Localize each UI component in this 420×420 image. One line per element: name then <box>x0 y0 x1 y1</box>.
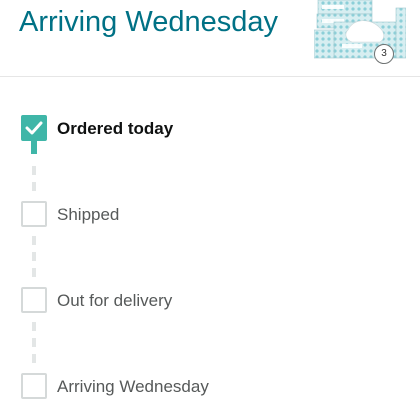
pending-connector-dash <box>32 182 36 191</box>
step-out-for-delivery-checkbox <box>21 287 47 313</box>
pending-connector-dash <box>32 252 36 261</box>
step-arriving-checkbox <box>21 373 47 399</box>
step-shipped-label: Shipped <box>57 205 120 224</box>
delivery-status-page: Arriving Wednesday 3 Ordered today Shipp… <box>0 0 420 420</box>
step-shipped-checkbox <box>21 201 47 227</box>
checkmark-icon <box>25 121 43 135</box>
pending-connector-dash <box>32 354 36 363</box>
pending-connector-dash <box>32 322 36 331</box>
step-out-for-delivery-label: Out for delivery <box>57 291 173 310</box>
pending-connector-dash <box>32 268 36 277</box>
pending-connector-dash <box>32 338 36 347</box>
step-ordered-checkbox <box>21 115 47 141</box>
step-ordered-label: Ordered today <box>57 119 174 138</box>
pending-connector-dash <box>32 236 36 245</box>
pending-connector-dash <box>32 166 36 175</box>
step-arriving-label: Arriving Wednesday <box>57 377 209 396</box>
completed-connector <box>31 140 37 154</box>
delivery-progress-tracker: Ordered today Shipped Out for delivery A… <box>0 0 420 420</box>
